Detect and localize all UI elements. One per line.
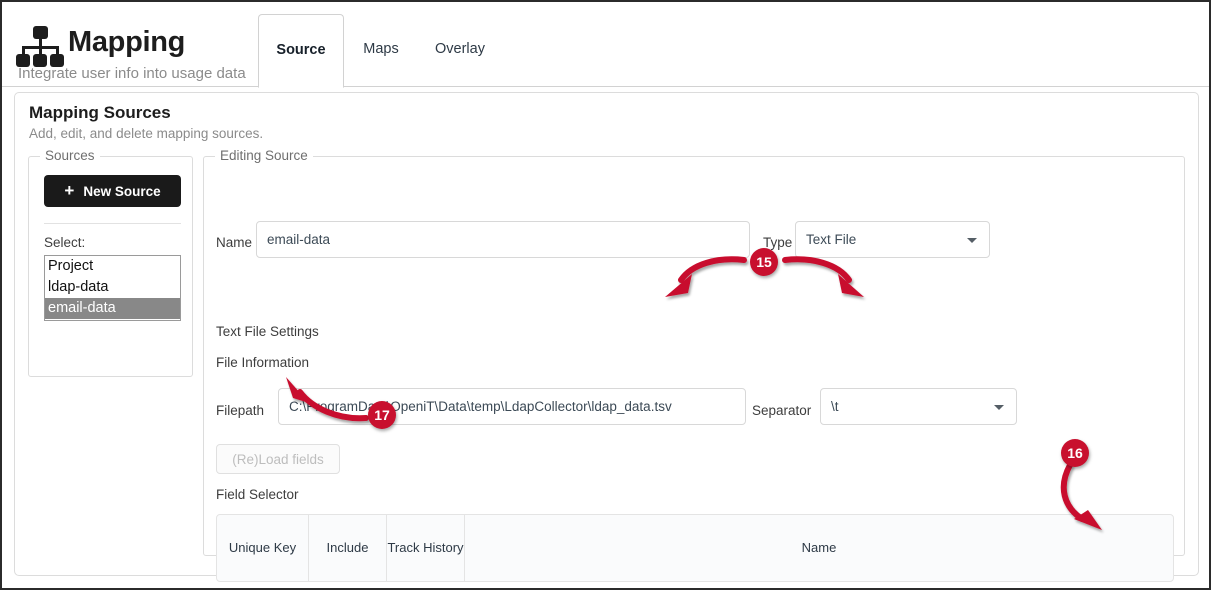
field-selector-table: Unique Key Include Track History Name [216, 514, 1174, 582]
separator-label: Separator [752, 403, 811, 418]
sources-listbox[interactable]: Project ldap-data email-data [44, 255, 181, 321]
tab-strip: Source Maps Overlay [2, 2, 1209, 88]
filepath-label: Filepath [216, 403, 264, 418]
name-input[interactable] [256, 221, 750, 258]
column-header-track-history[interactable]: Track History [387, 515, 465, 581]
sources-select-label: Select: [44, 235, 85, 250]
sources-panel-legend: Sources [40, 148, 100, 163]
editing-source-legend: Editing Source [215, 148, 313, 163]
file-information-legend: File Information [216, 355, 309, 370]
column-header-unique-key[interactable]: Unique Key [217, 515, 309, 581]
tab-strip-underline [2, 86, 1209, 87]
name-label: Name [216, 235, 252, 250]
reload-fields-button[interactable]: (Re)Load fields [216, 444, 340, 474]
column-header-include[interactable]: Include [309, 515, 387, 581]
list-item[interactable]: ldap-data [45, 277, 180, 298]
column-header-name[interactable]: Name [465, 515, 1173, 581]
tab-overlay[interactable]: Overlay [420, 14, 500, 88]
filepath-input[interactable] [278, 388, 746, 425]
separator-select[interactable]: \t [820, 388, 1017, 425]
new-source-button[interactable]: + New Source [44, 175, 181, 207]
list-item[interactable]: Project [45, 256, 180, 277]
card-subtitle: Add, edit, and delete mapping sources. [29, 126, 263, 141]
tab-maps[interactable]: Maps [347, 14, 415, 88]
tab-maps-label: Maps [363, 41, 398, 57]
type-select[interactable]: Text File [795, 221, 990, 258]
app-window: Mapping Integrate user info into usage d… [0, 0, 1211, 590]
type-label: Type [763, 235, 792, 250]
app-header: Mapping Integrate user info into usage d… [2, 2, 1209, 88]
tab-source[interactable]: Source [258, 14, 344, 88]
editing-source-panel: Editing Source Name Type Text File Text … [203, 156, 1185, 556]
plus-icon: + [64, 182, 74, 199]
chevron-down-icon [994, 405, 1004, 410]
chevron-down-icon [967, 238, 977, 243]
tab-overlay-label: Overlay [435, 41, 485, 57]
text-file-settings-legend: Text File Settings [216, 324, 319, 339]
sources-panel: Sources + New Source Select: Project lda… [28, 156, 193, 377]
list-item[interactable]: email-data [45, 298, 180, 319]
type-select-value: Text File [806, 232, 856, 247]
tab-source-label: Source [276, 42, 325, 58]
sources-divider [44, 223, 181, 224]
card-title: Mapping Sources [29, 103, 171, 123]
separator-select-value: \t [831, 399, 839, 414]
mapping-sources-card: Mapping Sources Add, edit, and delete ma… [14, 92, 1199, 576]
field-selector-legend: Field Selector [216, 487, 299, 502]
new-source-button-label: New Source [83, 184, 160, 199]
